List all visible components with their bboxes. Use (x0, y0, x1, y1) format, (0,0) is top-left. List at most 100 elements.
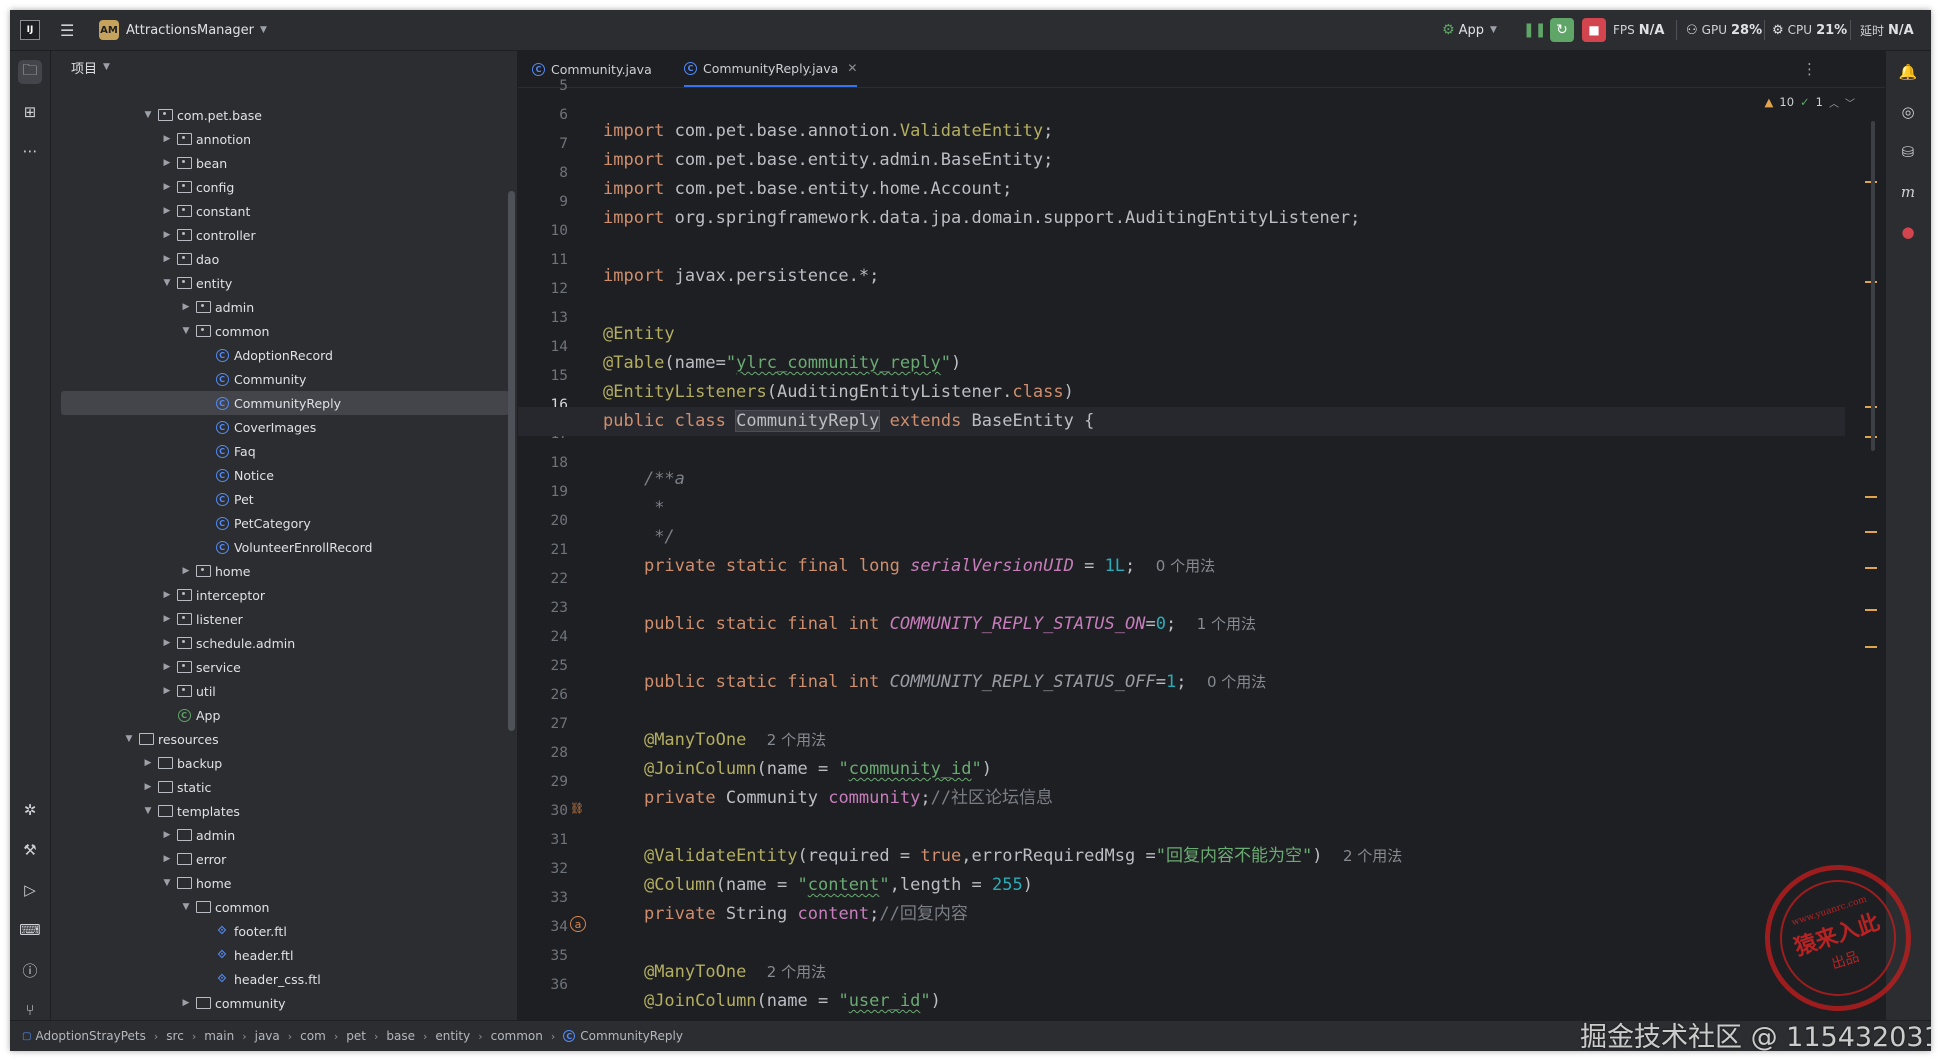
tree-item-static[interactable]: ▶ static (51, 775, 517, 799)
line-number[interactable]: 27 (518, 710, 568, 739)
tree-item-coverimages[interactable]: C CoverImages (51, 415, 517, 439)
tree-item-community[interactable]: ▶ community (51, 991, 517, 1015)
problems-icon[interactable]: ⓘ (18, 958, 42, 982)
project-tool-folder-icon[interactable]: 🗀 (18, 60, 42, 84)
tree-item-backup[interactable]: ▶ backup (51, 751, 517, 775)
tree-item-petcategory[interactable]: C PetCategory (51, 511, 517, 535)
tree-item-dao[interactable]: ▶ dao (51, 247, 517, 271)
tree-item-com-pet-base[interactable]: ▼ com.pet.base (51, 103, 517, 127)
chevron-right-icon[interactable]: ▶ (160, 182, 174, 192)
tree-item-common[interactable]: ▼ common (51, 895, 517, 919)
chevron-right-icon[interactable]: ▶ (160, 590, 174, 600)
line-number[interactable]: 15 (518, 362, 568, 391)
stop-button[interactable]: ■ (1582, 10, 1606, 50)
line-number[interactable]: 9 (518, 188, 568, 217)
breadcrumb-item[interactable]: base (386, 1029, 415, 1043)
chevron-right-icon[interactable]: ▶ (160, 686, 174, 696)
git-branch-icon[interactable]: ⑂ (18, 998, 42, 1022)
debug-bug-icon[interactable]: ✲ (18, 798, 42, 822)
line-number[interactable]: 23 (518, 594, 568, 623)
tree-item-home[interactable]: ▼ home (51, 871, 517, 895)
tree-item-error[interactable]: ▶ error (51, 847, 517, 871)
chevron-right-icon[interactable]: ▶ (160, 206, 174, 216)
tree-item-controller[interactable]: ▶ controller (51, 223, 517, 247)
breadcrumb-item[interactable]: common (491, 1029, 543, 1043)
line-number[interactable]: 34 (518, 913, 568, 942)
run-icon[interactable]: ▷ (18, 878, 42, 902)
line-number[interactable]: 26 (518, 681, 568, 710)
line-number[interactable]: 14 (518, 333, 568, 362)
tab-communityreply-java[interactable]: C CommunityReply.java ✕ (684, 51, 858, 87)
run-config-selector[interactable]: ⚙ App ▼ (1442, 10, 1497, 50)
chevron-down-icon[interactable]: ▼ (141, 806, 155, 816)
chevron-right-icon[interactable]: ▶ (141, 758, 155, 768)
tree-item-resources[interactable]: ▼ resources (51, 727, 517, 751)
chevron-right-icon[interactable]: ▶ (141, 782, 155, 792)
line-number[interactable]: 32 (518, 855, 568, 884)
tree-item-bean[interactable]: ▶ bean (51, 151, 517, 175)
line-number[interactable]: 36 (518, 971, 568, 1000)
tree-item-listener[interactable]: ▶ listener (51, 607, 517, 631)
line-number[interactable]: 6 (518, 101, 568, 130)
chevron-right-icon[interactable]: ▶ (160, 134, 174, 144)
warning-marker[interactable] (1865, 646, 1877, 648)
breadcrumb-item[interactable]: src (166, 1029, 184, 1043)
tree-item-templates[interactable]: ▼ templates (51, 799, 517, 823)
line-number[interactable]: 18 (518, 449, 568, 478)
build-hammer-icon[interactable]: ⚒ (18, 838, 42, 862)
chevron-right-icon[interactable]: ▶ (160, 638, 174, 648)
line-number[interactable]: 7 (518, 130, 568, 159)
tree-item-notice[interactable]: C Notice (51, 463, 517, 487)
line-number[interactable]: 33 (518, 884, 568, 913)
tree-item-schedule-admin[interactable]: ▶ schedule.admin (51, 631, 517, 655)
usage-hint[interactable]: 0 个用法 (1207, 673, 1266, 691)
breadcrumb-item[interactable]: main (204, 1029, 234, 1043)
chevron-right-icon[interactable]: ▶ (160, 230, 174, 240)
usage-hint[interactable]: 2 个用法 (1343, 847, 1402, 865)
maven-icon[interactable]: m (1896, 180, 1920, 204)
tree-item-entity[interactable]: ▼ entity (51, 271, 517, 295)
tree-item-header-css-ftl[interactable]: ⟐ header_css.ftl (51, 967, 517, 991)
warning-marker[interactable] (1865, 496, 1877, 498)
chevron-down-icon[interactable]: ▼ (141, 110, 155, 120)
line-number[interactable]: 20 (518, 507, 568, 536)
chevron-right-icon[interactable]: ▶ (160, 830, 174, 840)
tree-item-admin[interactable]: ▶ admin (51, 295, 517, 319)
line-number[interactable]: 10 (518, 217, 568, 246)
tree-item-common[interactable]: ▼ common (51, 319, 517, 343)
relation-link-icon[interactable]: ⛓ (568, 799, 586, 817)
chevron-down-icon[interactable]: ▼ (179, 326, 193, 336)
line-number[interactable]: 21 (518, 536, 568, 565)
close-icon[interactable]: ✕ (847, 61, 857, 75)
breadcrumb-item[interactable]: java (255, 1029, 280, 1043)
chevron-down-icon[interactable]: ▼ (179, 902, 193, 912)
tree-item-header-ftl[interactable]: ⟐ header.ftl (51, 943, 517, 967)
chevron-right-icon[interactable]: ▶ (179, 302, 193, 312)
chevron-right-icon[interactable]: ▶ (160, 662, 174, 672)
line-number[interactable]: 29 (518, 768, 568, 797)
database-icon[interactable]: ⛁ (1896, 140, 1920, 164)
pause-icon[interactable]: ❚❚ (1523, 10, 1546, 50)
tree-item-service[interactable]: ▶ service (51, 655, 517, 679)
tree-item-footer-ftl[interactable]: ⟐ footer.ftl (51, 919, 517, 943)
terminal-icon[interactable]: ⌨ (18, 918, 42, 942)
tree-item-communityreply[interactable]: C CommunityReply (61, 391, 509, 415)
breadcrumb-item[interactable]: entity (435, 1029, 470, 1043)
project-scrollbar[interactable] (508, 191, 515, 731)
tree-item-constant[interactable]: ▶ constant (51, 199, 517, 223)
chevron-right-icon[interactable]: ▶ (160, 854, 174, 864)
column-at-icon[interactable]: a (570, 916, 586, 932)
warning-marker[interactable] (1865, 531, 1877, 533)
tree-item-pet[interactable]: C Pet (51, 487, 517, 511)
chevron-down-icon[interactable]: ▼ (160, 278, 174, 288)
main-menu-icon[interactable]: ☰ (60, 10, 74, 50)
more-tools-icon[interactable]: ⋯ (18, 139, 42, 163)
usage-hint[interactable]: 2 个用法 (767, 731, 826, 749)
code-area[interactable]: import com.pet.base.annotion.ValidateEnt… (518, 88, 1845, 1021)
line-number[interactable]: 30 (518, 797, 568, 826)
line-number[interactable]: 24 (518, 623, 568, 652)
line-number[interactable]: 12 (518, 275, 568, 304)
tree-item-home[interactable]: ▶ home (51, 559, 517, 583)
tree-item-util[interactable]: ▶ util (51, 679, 517, 703)
tree-item-admin[interactable]: ▶ admin (51, 823, 517, 847)
